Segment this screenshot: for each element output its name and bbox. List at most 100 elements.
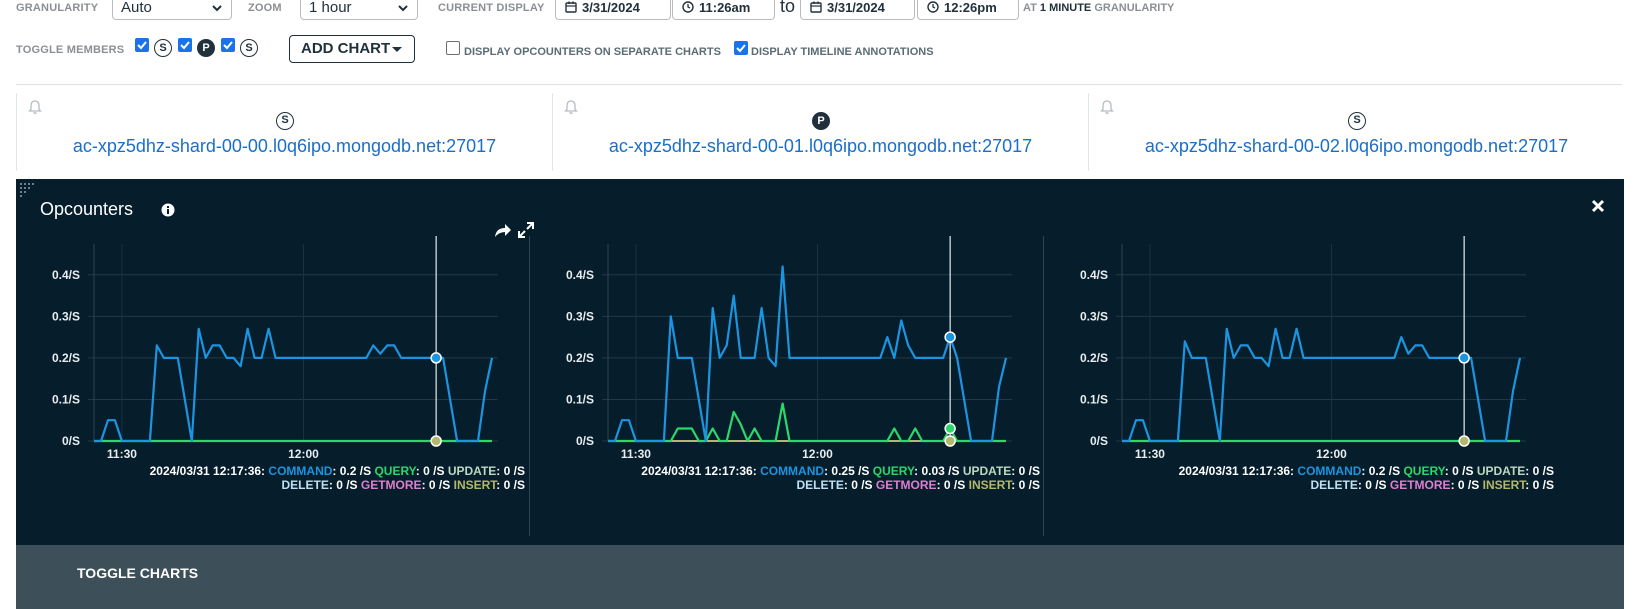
calendar-icon <box>810 1 822 13</box>
add-chart-button[interactable]: ADD CHART <box>289 35 415 63</box>
bell-icon[interactable] <box>563 99 579 115</box>
start-time-field[interactable]: 11:26am <box>672 0 775 20</box>
granularity-note-value: 1 MINUTE <box>1039 2 1092 14</box>
legend-item-getmore: GETMORE: 0 /S <box>360 478 451 492</box>
hover-timestamp: 2024/03/31 12:17:36: <box>1178 464 1295 478</box>
query-hover-marker <box>944 422 956 435</box>
host-link-1[interactable]: ac-xpz5dhz-shard-00-01.l0q6ipo.mongodb.n… <box>553 136 1088 157</box>
start-date-field[interactable]: 3/31/2024 <box>555 0 671 20</box>
legend-series-value: 0.2 /S <box>1368 464 1401 478</box>
y-tick-label: 0.4/S <box>566 268 594 282</box>
host-card-1: P ac-xpz5dhz-shard-00-01.l0q6ipo.mongodb… <box>552 93 1088 171</box>
y-tick-label: 0.3/S <box>566 309 594 323</box>
chevron-down-icon <box>212 5 222 12</box>
divider <box>16 84 1622 85</box>
chart-0-legend-row-2: DELETE: 0 /S GETMORE: 0 /S INSERT: 0 /S <box>282 478 526 492</box>
legend-series-value: 0 /S <box>1018 478 1040 492</box>
chart-2-legend-row-1: 2024/03/31 12:17:36: COMMAND: 0.2 /S QUE… <box>1179 464 1554 478</box>
end-date-field[interactable]: 3/31/2024 <box>800 0 915 20</box>
legend-series-name: INSERT <box>453 478 497 492</box>
drag-handle-icon[interactable] <box>20 183 38 197</box>
legend-series-name: UPDATE <box>447 464 497 478</box>
legend-item-command: COMMAND: 0.2 /S <box>1297 464 1401 478</box>
chart-1-legend-row-2: DELETE: 0 /S GETMORE: 0 /S INSERT: 0 /S <box>797 478 1041 492</box>
legend-item-query: QUERY: 0 /S <box>1403 464 1474 478</box>
legend-item-delete: DELETE: 0 /S <box>796 478 873 492</box>
y-tick-label: 0.2/S <box>1080 351 1108 365</box>
legend-series-value: 0 /S <box>943 478 966 492</box>
host-card-0: S ac-xpz5dhz-shard-00-00.l0q6ipo.mongodb… <box>16 93 552 171</box>
legend-item-update: UPDATE: 0 /S <box>962 464 1040 478</box>
panel-title: Opcounters <box>40 199 134 219</box>
legend-series-value: 0 /S <box>851 478 873 492</box>
chart-1-legend-row-1: 2024/03/31 12:17:36: COMMAND: 0.25 /S QU… <box>641 464 1040 478</box>
granularity-label: GRANULARITY <box>16 2 99 14</box>
info-icon[interactable] <box>161 203 175 217</box>
toggle-charts-label: TOGGLE CHARTS <box>77 565 199 581</box>
opcounters-panel: Opcounters 0/S 0.1/S 0.2/S 0.3/S 0.4/S 11:30 1… <box>16 179 1624 545</box>
opcounters-chart-0[interactable]: 0/S 0.1/S 0.2/S 0.3/S 0.4/S 11:30 12:00 <box>16 236 529 476</box>
legend-series-name: GETMORE <box>360 478 422 492</box>
command-series-line <box>94 327 494 443</box>
host-link-2[interactable]: ac-xpz5dhz-shard-00-02.l0q6ipo.mongodb.n… <box>1089 136 1624 157</box>
command-hover-marker <box>430 352 442 364</box>
legend-series-value: 0.03 /S <box>921 464 960 478</box>
check-icon <box>736 44 746 53</box>
granularity-note: AT 1 MINUTE GRANULARITY <box>1023 2 1174 14</box>
legend-item-getmore: GETMORE: 0 /S <box>875 478 966 492</box>
y-tick-label: 0.2/S <box>566 351 594 365</box>
secondary-badge: S <box>154 39 172 57</box>
end-time-value: 12:26pm <box>944 0 997 15</box>
opcounters-chart-1[interactable]: 0/S 0.1/S 0.2/S 0.3/S 0.4/S 11:30 12:00 <box>530 236 1043 476</box>
calendar-icon <box>565 1 577 13</box>
legend-item-insert: INSERT: 0 /S <box>453 478 525 492</box>
legend-series-name: QUERY <box>374 464 416 478</box>
legend-series-value: 0.25 /S <box>831 464 870 478</box>
separate-charts-checkbox[interactable] <box>446 41 460 55</box>
legend-item-delete: DELETE: 0 /S <box>281 478 358 492</box>
y-tick-label: 0.3/S <box>1080 309 1108 323</box>
opcounters-chart-2[interactable]: 0/S 0.1/S 0.2/S 0.3/S 0.4/S 11:30 12:00 <box>1044 236 1557 476</box>
member-toggle-bar: TOGGLE MEMBERS S P S ADD CHART DISPLAY O… <box>0 34 1637 64</box>
x-tick-label: 12:00 <box>802 447 833 461</box>
granularity-select[interactable]: Auto <box>112 0 232 20</box>
legend-series-name: DELETE <box>281 478 329 492</box>
member-checkbox-0[interactable] <box>135 38 149 52</box>
host-link-0[interactable]: ac-xpz5dhz-shard-00-00.l0q6ipo.mongodb.n… <box>17 136 552 157</box>
clock-icon <box>927 1 939 13</box>
check-icon <box>137 41 147 50</box>
member-checkbox-1[interactable] <box>178 38 192 52</box>
y-tick-label: 0/S <box>62 434 80 448</box>
legend-series-name: UPDATE <box>962 464 1012 478</box>
annotations-label: DISPLAY TIMELINE ANNOTATIONS <box>751 46 934 58</box>
y-tick-label: 0/S <box>576 434 594 448</box>
chart-0-legend-row-1: 2024/03/31 12:17:36: COMMAND: 0.2 /S QUE… <box>150 464 525 478</box>
legend-series-value: 0 /S <box>1018 464 1040 478</box>
legend-series-name: COMMAND <box>268 464 333 478</box>
toggle-members-label: TOGGLE MEMBERS <box>16 44 125 56</box>
zoom-value: 1 hour <box>309 0 352 16</box>
legend-series-name: QUERY <box>872 464 915 478</box>
x-tick-label: 11:30 <box>107 447 137 461</box>
y-tick-label: 0.1/S <box>566 392 594 406</box>
zoom-select[interactable]: 1 hour <box>300 0 418 20</box>
bell-icon[interactable] <box>1099 99 1115 115</box>
toggle-charts-bar[interactable]: TOGGLE CHARTS <box>16 545 1624 609</box>
legend-item-command: COMMAND: 0.25 /S <box>760 464 870 478</box>
end-date-value: 3/31/2024 <box>827 0 885 15</box>
annotations-checkbox[interactable] <box>734 41 748 55</box>
chevron-down-icon <box>398 5 408 12</box>
zoom-label: ZOOM <box>248 2 282 14</box>
legend-series-name: INSERT <box>968 478 1012 492</box>
member-checkbox-2[interactable] <box>221 38 235 52</box>
x-tick-label: 11:30 <box>621 447 651 461</box>
insert-hover-marker <box>1458 435 1470 447</box>
chart-2-legend-row-2: DELETE: 0 /S GETMORE: 0 /S INSERT: 0 /S <box>1311 478 1555 492</box>
legend-series-name: GETMORE <box>1389 478 1451 492</box>
x-tick-label: 12:00 <box>288 447 319 461</box>
legend-series-value: 0 /S <box>1532 478 1554 492</box>
legend-item-getmore: GETMORE: 0 /S <box>1389 478 1480 492</box>
close-icon[interactable] <box>1589 197 1607 215</box>
end-time-field[interactable]: 12:26pm <box>917 0 1019 20</box>
bell-icon[interactable] <box>27 99 43 115</box>
